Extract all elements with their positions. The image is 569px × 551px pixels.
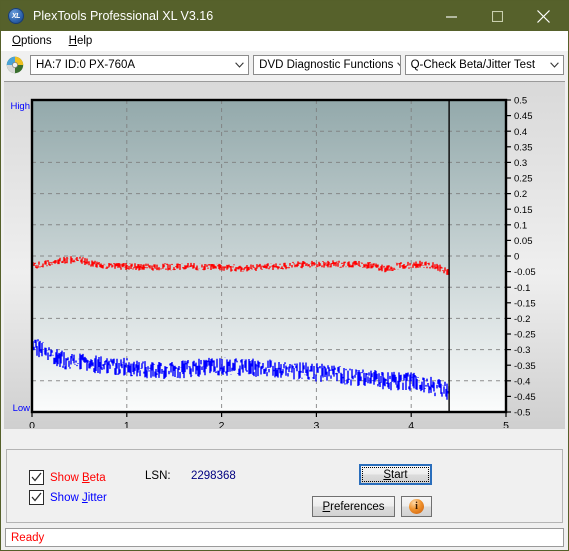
drive-select[interactable]: HA:7 ID:0 PX-760A [30, 55, 250, 75]
show-beta-prefix: Show [50, 471, 82, 484]
menu-bar: Options Help [1, 31, 568, 51]
show-jitter-checkbox[interactable]: Show Jitter [29, 490, 107, 505]
y-tick-label: -0.2 [514, 314, 530, 325]
close-icon[interactable] [520, 1, 566, 31]
axis-label-high: High [10, 101, 30, 112]
menu-options-rest: ptions [20, 35, 52, 47]
show-beta-checkbox[interactable]: Show Beta [29, 470, 106, 485]
y-tick-label: 0.5 [514, 96, 527, 107]
y-tick-label: 0 [514, 252, 519, 263]
prefs-accel: P [322, 500, 331, 513]
menu-item-options[interactable]: Options [7, 33, 60, 49]
check-icon [31, 492, 42, 502]
axis-label-low: Low [13, 403, 31, 414]
start-suffix: tart [391, 468, 408, 481]
checkbox-box-beta [29, 470, 44, 485]
y-tick-label: 0.3 [514, 158, 527, 169]
checkbox-box-jitter [29, 490, 44, 505]
title-bar: XL PlexTools Professional XL V3.16 [1, 1, 568, 31]
lsn-value: 2298368 [191, 470, 236, 482]
menu-help-rest: elp [76, 35, 93, 47]
x-tick-label: 0 [29, 420, 35, 428]
chevron-down-icon [393, 62, 400, 68]
y-tick-label: -0.5 [514, 408, 530, 419]
info-icon: i [409, 499, 424, 514]
y-tick-label: 0.45 [514, 111, 533, 122]
y-tick-label: -0.05 [514, 267, 536, 278]
function-select[interactable]: DVD Diagnostic Functions [253, 55, 401, 75]
test-select-value: Q-Check Beta/Jitter Test [410, 59, 536, 71]
y-tick-label: 0.1 [514, 220, 527, 231]
status-text: Ready [11, 531, 45, 544]
show-jitter-suffix: itter [87, 491, 107, 504]
show-beta-label: Show Beta [50, 472, 106, 484]
y-tick-label: 0.25 [514, 174, 533, 185]
info-button[interactable]: i [401, 496, 432, 517]
x-tick-label: 1 [124, 420, 130, 428]
window-title: PlexTools Professional XL V3.16 [33, 9, 214, 23]
function-select-value: DVD Diagnostic Functions [259, 59, 394, 71]
x-tick-label: 5 [503, 420, 509, 428]
y-tick-label: -0.15 [514, 298, 536, 309]
y-tick-label: 0.05 [514, 236, 533, 247]
y-tick-label: -0.1 [514, 283, 530, 294]
x-tick-label: 3 [313, 420, 319, 428]
start-button-label: Start [383, 469, 407, 481]
app-icon: XL [8, 8, 24, 24]
menu-help-accel: H [68, 35, 77, 47]
menu-options-accel: O [12, 35, 21, 47]
toolbar: HA:7 ID:0 PX-760A DVD Diagnostic Functio… [1, 51, 568, 79]
preferences-button-label: Preferences [322, 501, 384, 513]
check-icon [31, 472, 42, 482]
minimize-icon[interactable] [428, 1, 474, 31]
show-beta-accel: B [81, 471, 90, 484]
drive-select-value: HA:7 ID:0 PX-760A [36, 59, 136, 71]
chevron-down-icon [231, 62, 248, 68]
y-tick-label: -0.35 [514, 361, 536, 372]
y-tick-label: 0.15 [514, 205, 533, 216]
menu-item-help[interactable]: Help [64, 33, 101, 49]
y-tick-label: 0.4 [514, 127, 527, 138]
prefs-suffix: references [330, 500, 385, 513]
y-tick-label: -0.45 [514, 392, 536, 403]
test-select[interactable]: Q-Check Beta/Jitter Test [404, 55, 564, 75]
start-button[interactable]: Start [359, 464, 432, 485]
beta-jitter-chart: 0.5 0.45 0.4 0.35 0.3 0.25 0.2 0.15 0.1 0.05 0 -0.0… [10, 96, 536, 428]
window-controls [428, 1, 566, 31]
chart-panel: 0.5 0.45 0.4 0.35 0.3 0.25 0.2 0.15 0.1 0.05 0 -0.0… [4, 81, 565, 429]
start-accel: S [383, 468, 392, 481]
x-tick-label: 4 [408, 420, 414, 428]
y-tick-label: -0.3 [514, 345, 530, 356]
y-tick-label: 0.2 [514, 189, 527, 200]
controls-panel: Show Beta Show Jitter LSN: 2298368 Start… [6, 449, 563, 523]
disc-icon [6, 56, 24, 74]
chevron-down-icon [546, 62, 563, 68]
show-jitter-label: Show Jitter [50, 492, 107, 504]
y-tick-label: 0.35 [514, 142, 533, 153]
show-jitter-prefix: Show [50, 491, 82, 504]
maximize-icon[interactable] [474, 1, 520, 31]
x-tick-label: 2 [219, 420, 225, 428]
status-bar: Ready [5, 528, 564, 547]
show-beta-suffix: eta [89, 471, 106, 484]
y-tick-label: -0.4 [514, 376, 530, 387]
plextools-window: XL PlexTools Professional XL V3.16 Optio… [0, 0, 569, 551]
lsn-label: LSN: [145, 470, 171, 482]
y-tick-label: -0.25 [514, 330, 536, 341]
preferences-button[interactable]: Preferences [312, 496, 395, 517]
